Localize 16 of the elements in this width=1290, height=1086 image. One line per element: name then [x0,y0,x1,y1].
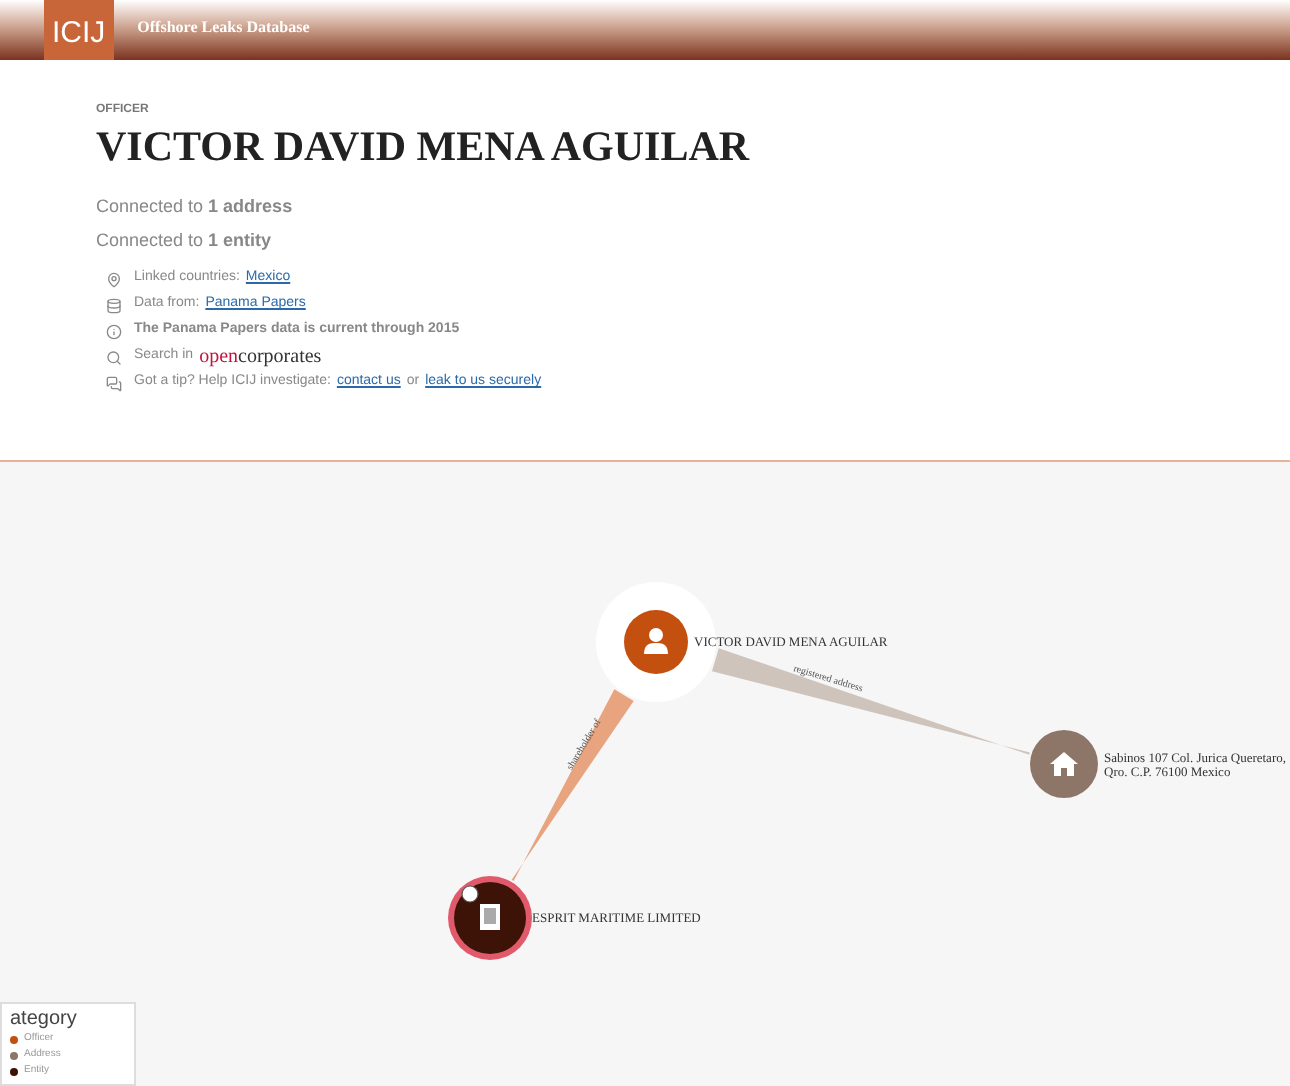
opencorporates-link[interactable]: opencorporates [199,342,322,372]
search-icon [106,349,122,365]
legend-swatch-icon [10,1068,18,1076]
entity-node[interactable] [448,876,532,960]
database-icon [106,297,122,313]
pin-icon [106,271,122,287]
officer-name: VICTOR DAVID MENA AGUILAR [96,120,752,172]
legend-title: ategory [10,1008,79,1032]
legend-swatch-icon [10,1052,18,1060]
address-node[interactable] [1030,730,1098,798]
info-icon [106,323,122,339]
connection-count: Connected to 1 address [96,194,295,220]
chat-icon [106,375,122,391]
legend-swatch-icon [10,1036,18,1044]
logo[interactable]: ICIJ [44,0,114,60]
connection-count: Connected to 1 entity [96,228,274,254]
